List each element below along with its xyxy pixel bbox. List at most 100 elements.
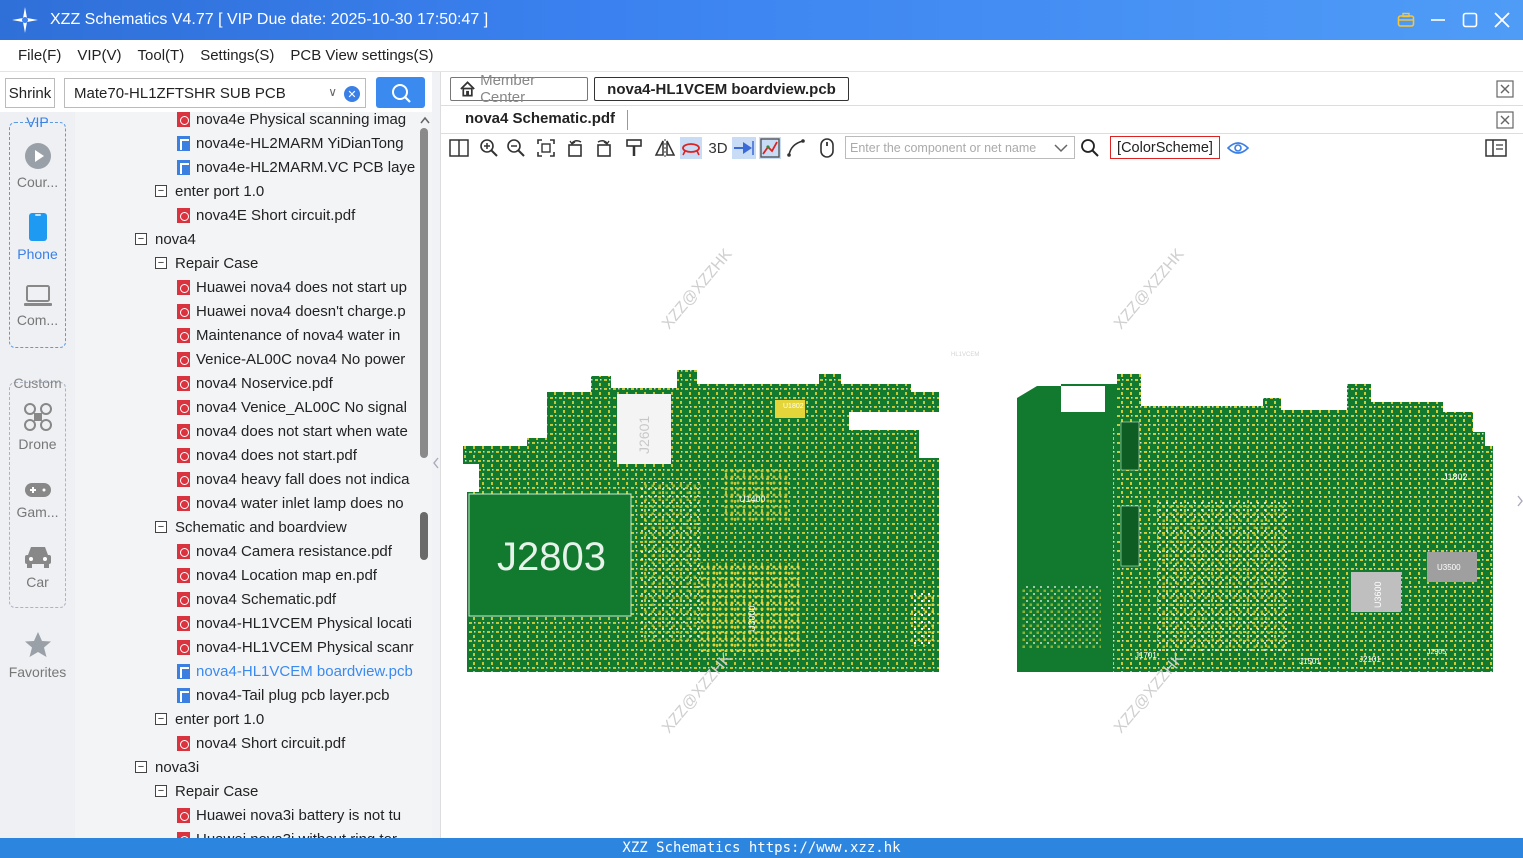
- tree-file[interactable]: nova4e Physical scanning imag: [177, 112, 406, 131]
- menu-settings[interactable]: Settings(S): [200, 47, 274, 64]
- tree-file[interactable]: nova4 Location map en.pdf: [177, 563, 377, 587]
- measure-icon[interactable]: [785, 137, 807, 159]
- tree-folder[interactable]: − enter port 1.0: [155, 179, 264, 203]
- net-search-input[interactable]: Enter the component or net name: [845, 136, 1075, 159]
- zoom-in-icon[interactable]: [478, 137, 500, 159]
- split-view-icon[interactable]: [448, 137, 470, 159]
- tree-folder[interactable]: − Repair Case: [155, 251, 258, 275]
- maximize-icon[interactable]: [1459, 9, 1481, 31]
- collapse-icon[interactable]: −: [155, 185, 167, 197]
- tree-folder[interactable]: − Schematic and boardview: [155, 515, 347, 539]
- tree-file[interactable]: nova4 does not start.pdf: [177, 443, 357, 467]
- sidebar-item-course[interactable]: Cour...: [0, 142, 75, 190]
- minimize-icon[interactable]: [1427, 9, 1449, 31]
- highlight-net-icon[interactable]: [732, 137, 756, 159]
- tab-member-center[interactable]: Member Center: [450, 72, 588, 106]
- tab-schematic-pdf[interactable]: nova4 Schematic.pdf: [465, 110, 615, 127]
- board-label-u1400: U1400: [739, 494, 766, 504]
- tree-file[interactable]: Venice-AL00C nova4 No power: [177, 347, 405, 371]
- tree-file[interactable]: nova4-HL1VCEM Physical scanr: [177, 635, 414, 659]
- tree-file[interactable]: nova4 Venice_AL00C No signal: [177, 395, 407, 419]
- chevron-down-icon[interactable]: ∨: [328, 85, 337, 99]
- tree-file[interactable]: nova4 Schematic.pdf: [177, 587, 336, 611]
- collapse-right-icon[interactable]: [1516, 494, 1523, 508]
- menu-pcb-view-settings[interactable]: PCB View settings(S): [290, 47, 433, 64]
- rotate-left-icon[interactable]: [565, 137, 587, 159]
- title-bar: XZZ Schematics V4.77 [ VIP Due date: 202…: [0, 0, 1523, 40]
- brush-icon[interactable]: [623, 137, 645, 159]
- net-search-icon[interactable]: [1079, 137, 1101, 159]
- board-label-j1802: J1802: [1443, 472, 1468, 482]
- net-color-icon[interactable]: [759, 137, 781, 159]
- tree-file[interactable]: Huawei nova3i battery is not tu: [177, 803, 401, 827]
- sidebar-item-phone[interactable]: Phone: [0, 212, 75, 262]
- tree-file[interactable]: Maintenance of nova4 water in: [177, 323, 400, 347]
- collapse-icon[interactable]: −: [155, 257, 167, 269]
- board-label-j2601: J2601: [636, 416, 652, 454]
- tree-file[interactable]: nova4e-HL2MARM YiDianTong: [177, 131, 404, 155]
- collapse-icon[interactable]: −: [155, 785, 167, 797]
- close-tab-icon[interactable]: [1496, 80, 1514, 98]
- colorscheme-button[interactable]: [ColorScheme]: [1110, 136, 1220, 159]
- sidebar-item-drone[interactable]: Drone: [0, 402, 75, 452]
- clear-icon[interactable]: ✕: [344, 86, 360, 102]
- tree-file[interactable]: nova4E Short circuit.pdf: [177, 203, 355, 227]
- pane-splitter[interactable]: [432, 72, 440, 838]
- sidebar-item-label: Phone: [17, 246, 58, 262]
- tree-file[interactable]: nova4 Short circuit.pdf: [177, 731, 345, 755]
- tree-file[interactable]: nova4-HL1VCEM boardview.pcb: [177, 659, 413, 683]
- tree-file[interactable]: Huawei nova3i without ring tor: [177, 827, 397, 838]
- tree-file[interactable]: nova4e-HL2MARM.VC PCB laye: [177, 155, 415, 179]
- search-button[interactable]: [376, 77, 425, 108]
- fit-view-icon[interactable]: [535, 137, 557, 159]
- tree-file[interactable]: nova4 Noservice.pdf: [177, 371, 333, 395]
- eye-icon[interactable]: [1227, 137, 1249, 159]
- mirror-icon[interactable]: [654, 137, 676, 159]
- sidebar-item-car[interactable]: Car: [0, 544, 75, 590]
- collapse-icon[interactable]: −: [135, 761, 147, 773]
- tree-folder[interactable]: − Repair Case: [155, 779, 258, 803]
- collapse-left-icon[interactable]: [432, 456, 440, 470]
- tree-folder[interactable]: − nova4: [135, 227, 196, 251]
- chevron-down-icon[interactable]: [1054, 143, 1068, 153]
- flip-board-icon[interactable]: [680, 137, 702, 159]
- rotate-right-icon[interactable]: [592, 137, 614, 159]
- collapse-icon[interactable]: −: [135, 233, 147, 245]
- tree-file[interactable]: Huawei nova4 doesn't charge.p: [177, 299, 406, 323]
- tree-file[interactable]: nova4 does not start when wate: [177, 419, 408, 443]
- pcb-file-icon: [177, 663, 190, 679]
- pcb-board-drawing[interactable]: J2803 J2601 U1400 U3000 U1802 J1802 U350…: [441, 162, 1523, 838]
- scroll-thumb[interactable]: [420, 128, 428, 458]
- tree-file[interactable]: nova4 Camera resistance.pdf: [177, 539, 392, 563]
- 3d-view-button[interactable]: 3D: [706, 137, 730, 159]
- tree-file[interactable]: nova4-HL1VCEM Physical locati: [177, 611, 412, 635]
- menu-file[interactable]: File(F): [18, 47, 61, 64]
- scroll-thumb-secondary[interactable]: [420, 512, 428, 560]
- close-subtab-icon[interactable]: [1496, 111, 1514, 129]
- search-input[interactable]: Mate70-HL1ZFTSHR SUB PCB ∨ ✕: [64, 78, 366, 108]
- collapse-icon[interactable]: −: [155, 713, 167, 725]
- tab-boardview[interactable]: nova4-HL1VCEM boardview.pcb: [594, 77, 849, 101]
- tree-folder[interactable]: − enter port 1.0: [155, 707, 264, 731]
- vip-icon[interactable]: [1395, 9, 1417, 31]
- scroll-up-icon[interactable]: [418, 114, 432, 126]
- mouse-icon[interactable]: [816, 137, 838, 159]
- close-icon[interactable]: [1491, 9, 1513, 31]
- tree-file[interactable]: nova4 water inlet lamp does no: [177, 491, 404, 515]
- tree-file[interactable]: nova4-Tail plug pcb layer.pcb: [177, 683, 389, 707]
- shrink-button[interactable]: Shrink: [5, 78, 55, 108]
- menu-vip[interactable]: VIP(V): [77, 47, 121, 64]
- zoom-out-icon[interactable]: [505, 137, 527, 159]
- tree-file[interactable]: Huawei nova4 does not start up: [177, 275, 407, 299]
- collapse-icon[interactable]: −: [155, 521, 167, 533]
- sidebar-item-favorites[interactable]: Favorites: [0, 630, 75, 680]
- sidebar-item-computer[interactable]: Com...: [0, 284, 75, 328]
- sidebar-item-game[interactable]: Gam...: [0, 480, 75, 520]
- tree-scrollbar[interactable]: [418, 112, 432, 838]
- tree-file[interactable]: nova4 heavy fall does not indica: [177, 467, 409, 491]
- menu-tool[interactable]: Tool(T): [138, 47, 185, 64]
- tree-folder[interactable]: − nova3i: [135, 755, 199, 779]
- pcb-canvas[interactable]: J2803 J2601 U1400 U3000 U1802 J1802 U350…: [441, 162, 1523, 838]
- side-panel-icon[interactable]: [1485, 137, 1507, 159]
- board-label-j2803: J2803: [497, 535, 606, 579]
